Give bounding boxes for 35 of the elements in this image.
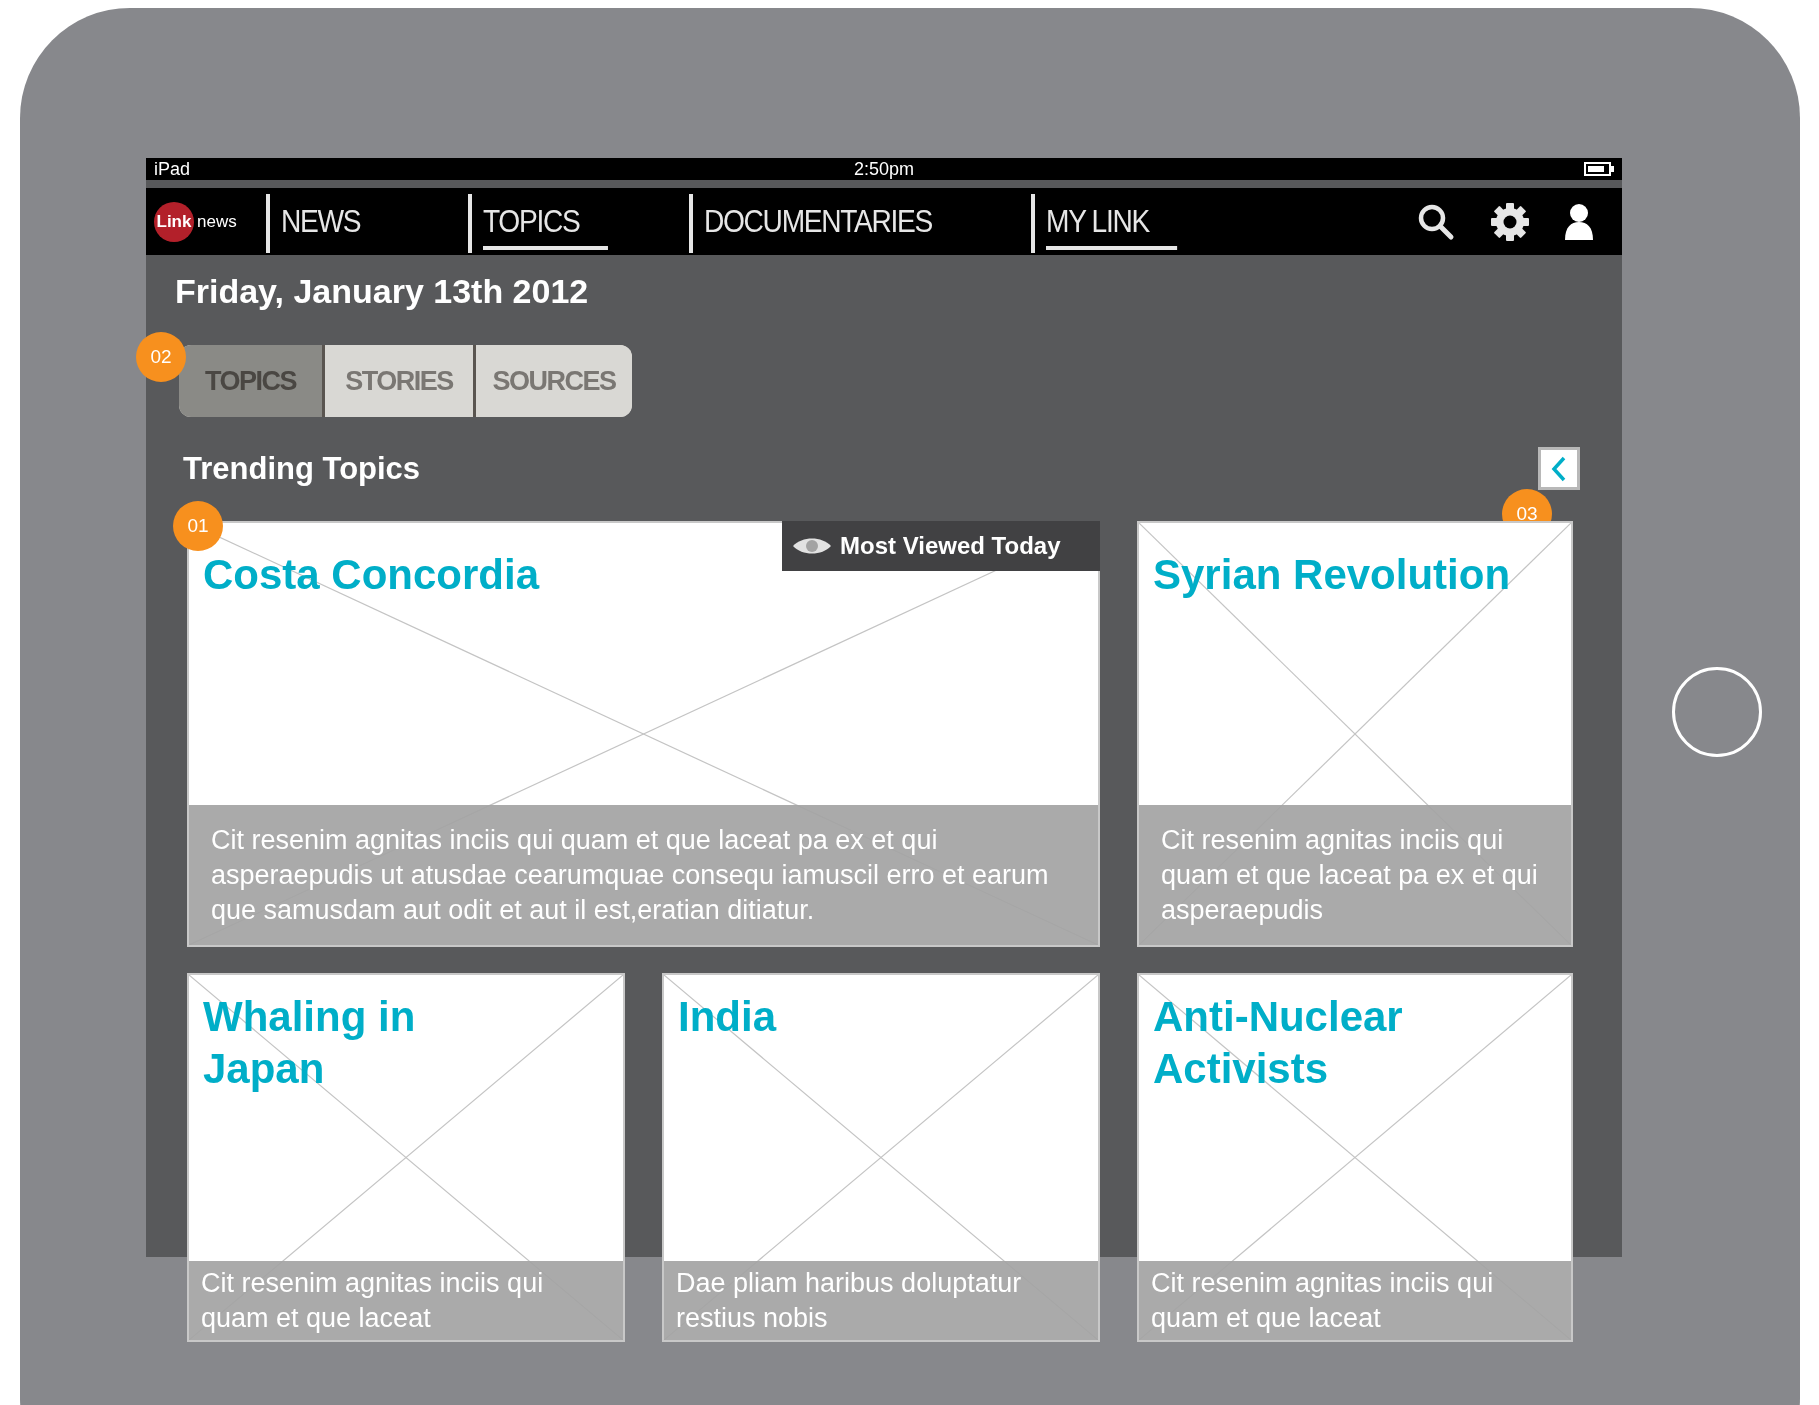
- user-icon[interactable]: [1564, 202, 1594, 241]
- home-button[interactable]: [1672, 667, 1762, 757]
- topic-card[interactable]: India Dae pliam haribus doluptatur restius nobis: [662, 973, 1100, 1342]
- annotation-badge: 01: [173, 501, 223, 551]
- nav-link[interactable]: DOCUMENTARIES: [704, 197, 932, 250]
- card-title: Costa Concordia: [203, 550, 540, 600]
- card-title: India: [678, 992, 776, 1042]
- topic-card[interactable]: Whaling in Japan Cit resenim agnitas inciis qui quam et que laceat: [187, 973, 625, 1342]
- date-heading: Friday, January 13th 2012: [175, 271, 590, 311]
- topic-card[interactable]: Syrian Revolution Cit resenim agnitas inciis qui quam et que laceat pa ex et qui asperaepudis: [1137, 521, 1573, 947]
- label-text: Most Viewed Today: [840, 532, 1061, 560]
- card-title: Syrian Revolution: [1153, 550, 1511, 600]
- back-button[interactable]: [1538, 447, 1580, 490]
- nav-link[interactable]: MY LINK: [1046, 197, 1178, 250]
- card-description: Cit resenim agnitas inciis qui quam et que laceat: [201, 1266, 545, 1335]
- card-description: Cit resenim agnitas inciis qui quam et que laceat: [1151, 1266, 1495, 1335]
- card-title: Anti-Nuclear Activists: [1153, 992, 1404, 1094]
- settings-icon[interactable]: [1490, 201, 1530, 242]
- view-tab[interactable]: TOPICS: [179, 345, 322, 417]
- card-description: Dae pliam haribus doluptatur restius nobis: [676, 1266, 1023, 1335]
- view-tab[interactable]: SOURCES: [473, 345, 632, 417]
- logo-mark: Link: [154, 201, 194, 242]
- battery-icon: [1584, 162, 1614, 176]
- nav-link[interactable]: TOPICS: [483, 197, 608, 250]
- topic-card[interactable]: Anti-Nuclear Activists Cit resenim agnitas inciis qui quam et que laceat: [1137, 973, 1573, 1342]
- annotation-badge: 02: [136, 332, 186, 382]
- device-name: iPad: [154, 158, 191, 180]
- section-heading: Trending Topics: [183, 451, 421, 487]
- nav-link[interactable]: NEWS: [281, 197, 361, 250]
- card-description: Cit resenim agnitas inciis qui quam et que laceat pa ex et qui asperaepudis ut atusdae cearumquae consequ iamuscil erro et earum que samusdam aut odit et aut il est,eratian ditiatur.: [211, 823, 1050, 927]
- clock-time: 2:50pm: [854, 158, 914, 180]
- card-title: Whaling in Japan: [203, 992, 417, 1094]
- logo-text: news: [197, 211, 237, 232]
- chevron-left-icon: [1551, 455, 1567, 482]
- card-description: Cit resenim agnitas inciis qui quam et que laceat pa ex et qui asperaepudis: [1161, 823, 1539, 927]
